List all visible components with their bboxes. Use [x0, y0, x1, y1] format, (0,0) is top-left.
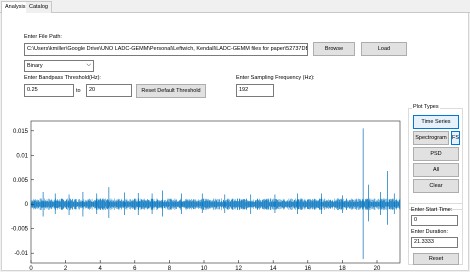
bandpass-label: Enter Bandpass Threshold(Hz):	[24, 75, 101, 81]
plot-types-title: Plot Types	[412, 104, 440, 110]
reset-threshold-button[interactable]: Reset Default Threshold	[136, 84, 206, 98]
duration-field[interactable]: 21.3333	[411, 237, 458, 248]
x-tick-label: 18	[339, 266, 346, 272]
time-series-chart: -0.01 -0.005 0 0.005 0.01 0.015 0 2 4 6 8 10 12 14 16…	[11, 120, 401, 272]
tab-catalog[interactable]: Catalog	[26, 1, 52, 13]
clear-button[interactable]: Clear	[413, 179, 459, 193]
start-time-field[interactable]: 0	[411, 215, 458, 226]
start-time-label: Enter Start Time:	[411, 207, 453, 213]
x-tick-label: 0	[29, 266, 33, 272]
file-path-field[interactable]: C:\Users\kmiller\Google Drive\UNO LADC-G…	[24, 43, 308, 56]
fs-toggle-button[interactable]: FS	[451, 131, 460, 145]
tab-bar: Analysis Catalog	[0, 0, 470, 14]
duration-label: Enter Duration:	[411, 229, 448, 235]
y-tick-label: -0.005	[11, 227, 29, 233]
sampling-frequency-field[interactable]: 192	[236, 84, 274, 97]
x-tick-label: 20	[374, 266, 381, 272]
psd-button[interactable]: PSD	[413, 147, 459, 161]
analysis-panel: Enter File Path: C:\Users\kmiller\Google…	[1, 13, 469, 272]
x-tick-label: 2	[64, 266, 68, 272]
sampling-frequency-label: Enter Sampling Frequency (Hz):	[236, 75, 315, 81]
file-path-label: Enter File Path:	[24, 34, 62, 40]
browse-button[interactable]: Browse	[313, 42, 355, 56]
y-tick-label: -0.01	[14, 251, 28, 257]
load-button[interactable]: Load	[361, 42, 407, 56]
bandpass-low-field[interactable]: 0.25	[24, 84, 74, 97]
y-tick-label: 0	[25, 202, 29, 208]
x-tick-label: 16	[304, 266, 311, 272]
bandpass-to-label: to	[76, 88, 81, 94]
plot-area	[30, 120, 401, 264]
x-tick-label: 12	[235, 266, 242, 272]
file-format-dropdown[interactable]: Binary ⌵	[24, 60, 94, 72]
time-series-button[interactable]: Time Series	[413, 115, 459, 129]
spectrogram-button[interactable]: Spectrogram	[413, 131, 449, 145]
x-tick-label: 10	[201, 266, 208, 272]
x-tick-label: 8	[168, 266, 172, 272]
y-tick-label: 0.005	[13, 178, 29, 184]
x-tick-label: 14	[270, 266, 277, 272]
x-tick-label: 6	[133, 266, 137, 272]
x-tick-label: 4	[99, 266, 103, 272]
chevron-down-icon: ⌵	[86, 62, 91, 68]
reset-time-button[interactable]: Reset	[413, 253, 459, 265]
bandpass-high-field[interactable]: 20	[86, 84, 132, 97]
file-format-selected: Binary	[27, 63, 43, 69]
y-tick-label: 0.01	[16, 153, 28, 159]
all-button[interactable]: All	[413, 163, 459, 177]
y-tick-label: 0.015	[13, 129, 29, 135]
